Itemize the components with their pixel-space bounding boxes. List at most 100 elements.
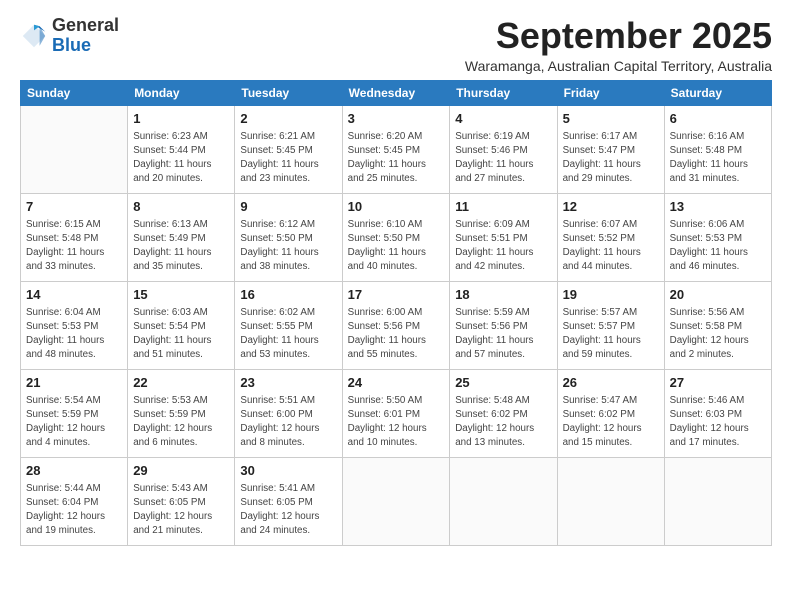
calendar-cell: 27 Sunrise: 5:46 AM Sunset: 6:03 PM Dayli… xyxy=(664,369,771,457)
calendar-cell: 11 Sunrise: 6:09 AM Sunset: 5:51 PM Dayli… xyxy=(450,193,557,281)
calendar-cell: 24 Sunrise: 5:50 AM Sunset: 6:01 PM Dayli… xyxy=(342,369,450,457)
calendar-cell: 6 Sunrise: 6:16 AM Sunset: 5:48 PM Daylig… xyxy=(664,105,771,193)
calendar-cell: 3Sunrise: 6:20 AM Sunset: 5:45 PM Daylig… xyxy=(342,105,450,193)
calendar-cell: 25 Sunrise: 5:48 AM Sunset: 6:02 PM Dayli… xyxy=(450,369,557,457)
day-info: Sunrise: 6:21 AM Sunset: 5:45 PM Dayligh… xyxy=(240,130,336,187)
day-info: Sunrise: 5:46 AM Sunset: 6:03 PM Dayligh… xyxy=(670,394,766,451)
day-info: Sunrise: 6:12 AM Sunset: 5:50 PM Dayligh… xyxy=(240,218,336,275)
day-info: Sunrise: 5:43 AM Sunset: 6:05 PM Dayligh… xyxy=(133,482,229,539)
calendar-cell: 5Sunrise: 6:17 AM Sunset: 5:47 PM Daylig… xyxy=(557,105,664,193)
logo: General Blue xyxy=(20,16,119,56)
day-info: Sunrise: 6:19 AM Sunset: 5:46 PM Dayligh… xyxy=(455,130,551,187)
day-number: 21 xyxy=(26,374,122,392)
calendar-cell xyxy=(664,457,771,545)
calendar-cell: 8Sunrise: 6:13 AM Sunset: 5:49 PM Daylig… xyxy=(128,193,235,281)
day-info: Sunrise: 6:03 AM Sunset: 5:54 PM Dayligh… xyxy=(133,306,229,363)
calendar-cell: 22 Sunrise: 5:53 AM Sunset: 5:59 PM Dayli… xyxy=(128,369,235,457)
day-info: Sunrise: 5:48 AM Sunset: 6:02 PM Dayligh… xyxy=(455,394,551,451)
calendar-cell: 2 Sunrise: 6:21 AM Sunset: 5:45 PM Daylig… xyxy=(235,105,342,193)
page-header: General Blue September 2025 Waramanga, A… xyxy=(20,16,772,74)
day-number: 7 xyxy=(26,198,122,216)
week-row-1: 1 Sunrise: 6:23 AM Sunset: 5:44 PM Daylig… xyxy=(21,105,772,193)
day-number: 29 xyxy=(133,462,229,480)
day-number: 12 xyxy=(563,198,659,216)
day-number: 30 xyxy=(240,462,336,480)
day-number: 2 xyxy=(240,110,336,128)
calendar-cell: 14 Sunrise: 6:04 AM Sunset: 5:53 PM Dayli… xyxy=(21,281,128,369)
logo-blue: Blue xyxy=(52,35,91,55)
day-info: Sunrise: 6:16 AM Sunset: 5:48 PM Dayligh… xyxy=(670,130,766,187)
day-info: Sunrise: 6:23 AM Sunset: 5:44 PM Dayligh… xyxy=(133,130,229,187)
day-header-tuesday: Tuesday xyxy=(235,80,342,105)
calendar-cell: 12 Sunrise: 6:07 AM Sunset: 5:52 PM Dayli… xyxy=(557,193,664,281)
calendar-cell: 28 Sunrise: 5:44 AM Sunset: 6:04 PM Dayli… xyxy=(21,457,128,545)
day-number: 4 xyxy=(455,110,551,128)
day-info: Sunrise: 5:53 AM Sunset: 5:59 PM Dayligh… xyxy=(133,394,229,451)
week-row-3: 14 Sunrise: 6:04 AM Sunset: 5:53 PM Dayli… xyxy=(21,281,772,369)
calendar-cell: 15 Sunrise: 6:03 AM Sunset: 5:54 PM Dayli… xyxy=(128,281,235,369)
day-info: Sunrise: 6:07 AM Sunset: 5:52 PM Dayligh… xyxy=(563,218,659,275)
day-number: 27 xyxy=(670,374,766,392)
day-info: Sunrise: 6:13 AM Sunset: 5:49 PM Dayligh… xyxy=(133,218,229,275)
day-info: Sunrise: 6:04 AM Sunset: 5:53 PM Dayligh… xyxy=(26,306,122,363)
day-number: 17 xyxy=(348,286,445,304)
calendar-cell: 20 Sunrise: 5:56 AM Sunset: 5:58 PM Dayli… xyxy=(664,281,771,369)
title-block: September 2025 Waramanga, Australian Cap… xyxy=(465,16,772,74)
calendar-cell xyxy=(342,457,450,545)
day-number: 23 xyxy=(240,374,336,392)
location-subtitle: Waramanga, Australian Capital Territory,… xyxy=(465,58,772,74)
calendar-cell: 23Sunrise: 5:51 AM Sunset: 6:00 PM Dayli… xyxy=(235,369,342,457)
calendar-cell: 21 Sunrise: 5:54 AM Sunset: 5:59 PM Dayli… xyxy=(21,369,128,457)
calendar-cell: 7 Sunrise: 6:15 AM Sunset: 5:48 PM Daylig… xyxy=(21,193,128,281)
calendar-cell: 4 Sunrise: 6:19 AM Sunset: 5:46 PM Daylig… xyxy=(450,105,557,193)
day-header-wednesday: Wednesday xyxy=(342,80,450,105)
week-row-5: 28 Sunrise: 5:44 AM Sunset: 6:04 PM Dayli… xyxy=(21,457,772,545)
day-number: 28 xyxy=(26,462,122,480)
calendar-cell: 18 Sunrise: 5:59 AM Sunset: 5:56 PM Dayli… xyxy=(450,281,557,369)
day-info: Sunrise: 6:02 AM Sunset: 5:55 PM Dayligh… xyxy=(240,306,336,363)
day-info: Sunrise: 5:56 AM Sunset: 5:58 PM Dayligh… xyxy=(670,306,766,363)
calendar-cell: 19Sunrise: 5:57 AM Sunset: 5:57 PM Dayli… xyxy=(557,281,664,369)
day-number: 9 xyxy=(240,198,336,216)
day-info: Sunrise: 5:54 AM Sunset: 5:59 PM Dayligh… xyxy=(26,394,122,451)
week-row-4: 21 Sunrise: 5:54 AM Sunset: 5:59 PM Dayli… xyxy=(21,369,772,457)
day-info: Sunrise: 5:50 AM Sunset: 6:01 PM Dayligh… xyxy=(348,394,445,451)
calendar-cell: 29 Sunrise: 5:43 AM Sunset: 6:05 PM Dayli… xyxy=(128,457,235,545)
day-number: 26 xyxy=(563,374,659,392)
day-info: Sunrise: 6:10 AM Sunset: 5:50 PM Dayligh… xyxy=(348,218,445,275)
calendar-cell: 9 Sunrise: 6:12 AM Sunset: 5:50 PM Daylig… xyxy=(235,193,342,281)
day-number: 16 xyxy=(240,286,336,304)
calendar-cell: 13Sunrise: 6:06 AM Sunset: 5:53 PM Dayli… xyxy=(664,193,771,281)
day-number: 15 xyxy=(133,286,229,304)
day-info: Sunrise: 5:44 AM Sunset: 6:04 PM Dayligh… xyxy=(26,482,122,539)
day-number: 6 xyxy=(670,110,766,128)
day-number: 22 xyxy=(133,374,229,392)
day-number: 10 xyxy=(348,198,445,216)
day-number: 18 xyxy=(455,286,551,304)
logo-text: General Blue xyxy=(52,16,119,56)
day-info: Sunrise: 6:06 AM Sunset: 5:53 PM Dayligh… xyxy=(670,218,766,275)
week-row-2: 7 Sunrise: 6:15 AM Sunset: 5:48 PM Daylig… xyxy=(21,193,772,281)
day-info: Sunrise: 6:09 AM Sunset: 5:51 PM Dayligh… xyxy=(455,218,551,275)
calendar-header-row: SundayMondayTuesdayWednesdayThursdayFrid… xyxy=(21,80,772,105)
calendar-cell: 30 Sunrise: 5:41 AM Sunset: 6:05 PM Dayli… xyxy=(235,457,342,545)
day-number: 24 xyxy=(348,374,445,392)
day-number: 20 xyxy=(670,286,766,304)
day-info: Sunrise: 5:57 AM Sunset: 5:57 PM Dayligh… xyxy=(563,306,659,363)
day-info: Sunrise: 6:17 AM Sunset: 5:47 PM Dayligh… xyxy=(563,130,659,187)
calendar-cell xyxy=(557,457,664,545)
day-info: Sunrise: 5:59 AM Sunset: 5:56 PM Dayligh… xyxy=(455,306,551,363)
logo-icon xyxy=(20,22,48,50)
day-number: 25 xyxy=(455,374,551,392)
day-number: 14 xyxy=(26,286,122,304)
day-number: 1 xyxy=(133,110,229,128)
day-info: Sunrise: 5:41 AM Sunset: 6:05 PM Dayligh… xyxy=(240,482,336,539)
calendar-cell: 10 Sunrise: 6:10 AM Sunset: 5:50 PM Dayli… xyxy=(342,193,450,281)
logo-general: General xyxy=(52,15,119,35)
day-number: 3 xyxy=(348,110,445,128)
day-number: 11 xyxy=(455,198,551,216)
calendar-table: SundayMondayTuesdayWednesdayThursdayFrid… xyxy=(20,80,772,546)
month-title: September 2025 xyxy=(465,16,772,56)
calendar-cell xyxy=(21,105,128,193)
day-info: Sunrise: 6:15 AM Sunset: 5:48 PM Dayligh… xyxy=(26,218,122,275)
